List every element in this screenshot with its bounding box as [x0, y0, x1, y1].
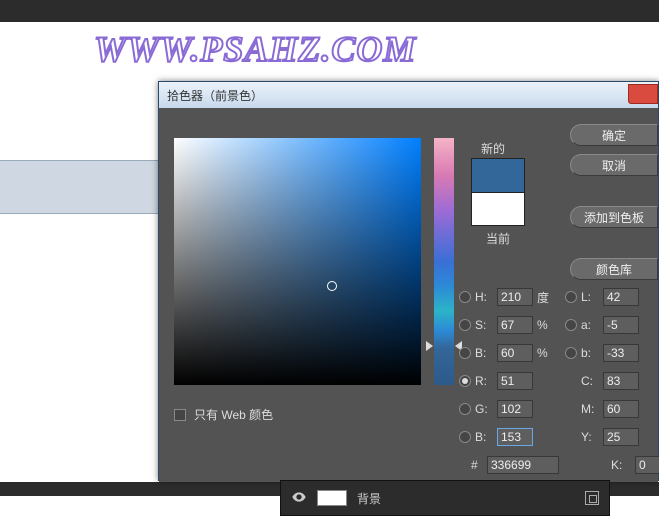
input-l[interactable]: 42 [603, 288, 639, 306]
layer-thumbnail [317, 490, 347, 506]
radio-r[interactable] [459, 375, 471, 387]
color-preview: 新的 当前 [471, 158, 525, 247]
label-h: H: [475, 290, 493, 304]
visibility-eye-icon[interactable] [291, 489, 307, 508]
ok-button[interactable]: 确定 [570, 124, 658, 146]
unit-h: 度 [537, 289, 553, 306]
radio-b[interactable] [565, 347, 577, 359]
radio-g[interactable] [459, 403, 471, 415]
label-m: M: [581, 402, 599, 416]
color-fields: H: 210 度 L: 42 S: 67 % a: -5 [459, 283, 658, 451]
label-s: S: [475, 318, 493, 332]
label-g: G: [475, 402, 493, 416]
sv-cursor-ring [327, 281, 337, 291]
dialog-title: 拾色器（前景色） [167, 87, 263, 104]
layer-lock-icon[interactable] [585, 491, 599, 505]
dialog-titlebar[interactable]: 拾色器（前景色） [159, 82, 658, 108]
preview-new-label: 新的 [481, 140, 505, 157]
color-library-button[interactable]: 颜色库 [570, 258, 658, 280]
input-g[interactable]: 102 [497, 400, 533, 418]
watermark-text: WWW.PSAHZ.COM [94, 28, 416, 70]
label-bb: B: [475, 430, 493, 444]
cancel-button[interactable]: 取消 [570, 154, 658, 176]
color-picker-dialog: 拾色器（前景色） 新的 当前 确定 取消 添加到色板 颜色库 [158, 81, 659, 481]
dialog-body: 新的 当前 确定 取消 添加到色板 颜色库 H: 210 度 L: 42 [159, 108, 658, 482]
radio-l[interactable] [565, 291, 577, 303]
left-panel-strip [0, 160, 158, 214]
label-b: b: [581, 346, 599, 360]
label-k: K: [611, 458, 629, 472]
input-s[interactable]: 67 [497, 316, 533, 334]
web-only-row: 只有 Web 颜色 [174, 406, 273, 423]
label-bv: B: [475, 346, 493, 360]
close-button[interactable] [628, 84, 658, 104]
label-r: R: [475, 374, 493, 388]
preview-current-swatch[interactable] [471, 192, 525, 226]
radio-bv[interactable] [459, 347, 471, 359]
label-l: L: [581, 290, 599, 304]
input-c[interactable]: 83 [603, 372, 639, 390]
input-a[interactable]: -5 [603, 316, 639, 334]
radio-a[interactable] [565, 319, 577, 331]
hue-arrow-left-icon [426, 341, 433, 351]
label-a: a: [581, 318, 599, 332]
dialog-buttons: 确定 取消 添加到色板 颜色库 [570, 124, 658, 280]
label-y: Y: [581, 430, 599, 444]
preview-new-swatch [471, 158, 525, 192]
radio-s[interactable] [459, 319, 471, 331]
input-r[interactable]: 51 [497, 372, 533, 390]
input-b[interactable]: -33 [603, 344, 639, 362]
input-h[interactable]: 210 [497, 288, 533, 306]
input-k[interactable]: 0 [635, 456, 659, 474]
web-only-checkbox[interactable] [174, 409, 186, 421]
label-c: C: [581, 374, 599, 388]
input-m[interactable]: 60 [603, 400, 639, 418]
hue-slider[interactable] [434, 138, 454, 385]
input-y[interactable]: 25 [603, 428, 639, 446]
preview-current-label: 当前 [471, 230, 525, 247]
input-bb[interactable]: 153 [497, 428, 533, 446]
app-top-bar [0, 0, 659, 22]
layer-name[interactable]: 背景 [357, 490, 381, 507]
layers-panel-row[interactable]: 背景 [280, 480, 610, 516]
saturation-value-field[interactable] [174, 138, 421, 385]
radio-h[interactable] [459, 291, 471, 303]
web-only-label: 只有 Web 颜色 [194, 406, 273, 423]
label-hex: # [471, 458, 481, 472]
input-bv[interactable]: 60 [497, 344, 533, 362]
hex-row: # 336699 K: 0 [471, 456, 659, 474]
unit-bv: % [537, 346, 553, 360]
radio-bb[interactable] [459, 431, 471, 443]
add-swatch-button[interactable]: 添加到色板 [570, 206, 658, 228]
unit-s: % [537, 318, 553, 332]
input-hex[interactable]: 336699 [487, 456, 559, 474]
